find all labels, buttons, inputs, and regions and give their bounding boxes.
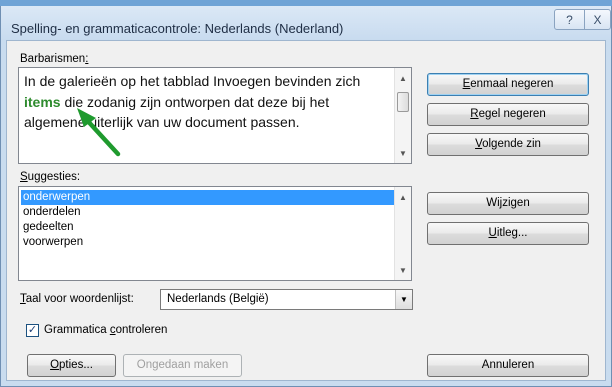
scroll-down-icon[interactable]: ▼ (395, 145, 411, 161)
scroll-down-icon[interactable]: ▼ (395, 262, 411, 278)
suggestion-item[interactable]: onderdelen (21, 205, 394, 220)
explain-mnemonic: U (488, 227, 497, 239)
help-icon: ? (566, 12, 573, 27)
sentence-text-before: In de galerieën op het tabblad Invoegen … (24, 73, 361, 89)
scroll-up-icon[interactable]: ▲ (395, 189, 411, 205)
explain-button[interactable]: Uitleg... (427, 222, 589, 245)
close-icon: X (593, 12, 602, 27)
change-label: zigen (502, 197, 530, 209)
suggestion-item[interactable]: onderwerpen (21, 190, 394, 205)
flagged-word[interactable]: items (24, 94, 61, 110)
suggestion-item[interactable]: voorwerpen (21, 235, 394, 250)
title-bar: Spelling- en grammaticacontrole: Nederla… (1, 6, 611, 40)
sentence-scroll-thumb[interactable] (397, 92, 409, 112)
next-sentence-label: olgende zin (482, 138, 541, 150)
options-mnemonic: O (50, 359, 60, 371)
undo-label: Ongedaan maken (136, 359, 229, 371)
ignore-once-label: enmaal negeren (470, 78, 554, 90)
explain-label: itleg... (496, 227, 528, 239)
grammar-check-label-pre: Grammatica (44, 324, 110, 336)
grammar-check-label-text: ontroleren (115, 324, 168, 336)
ignore-rule-button[interactable]: Regel negeren (427, 103, 589, 126)
suggestions-label-mnemonic: S (20, 171, 28, 183)
undo-button[interactable]: Ongedaan maken (123, 354, 242, 377)
suggestion-item[interactable]: gedeelten (21, 220, 394, 235)
options-label: pties... (59, 359, 93, 371)
barbarisms-label: Barbarismen: (20, 53, 88, 65)
suggestions-label: Suggesties: (20, 171, 80, 183)
grammar-check-checkbox[interactable]: ✓ (26, 324, 39, 337)
sentence-text-after: die zodanig zijn ontworpen dat deze bij … (24, 93, 330, 131)
dictionary-label-text: aal voor woordenlijst: (25, 293, 134, 305)
ignore-once-button[interactable]: Eenmaal negeren (427, 73, 589, 96)
next-sentence-button[interactable]: Volgende zin (427, 133, 589, 156)
options-button[interactable]: Opties... (27, 354, 116, 377)
close-button[interactable]: X (584, 9, 611, 30)
scroll-up-icon[interactable]: ▲ (395, 70, 411, 86)
help-button[interactable]: ? (554, 9, 585, 30)
ignore-rule-label: egel negeren (478, 108, 546, 120)
cancel-label: Annuleren (481, 359, 535, 371)
chevron-down-icon[interactable]: ▼ (395, 290, 412, 309)
sentence-text: In de galerieën op het tabblad Invoegen … (24, 71, 390, 133)
suggestions-listbox[interactable]: onderwerpen onderdelen gedeelten voorwer… (18, 186, 412, 281)
sentence-scrollbar[interactable]: ▲ ▼ (394, 68, 411, 163)
dictionary-language-value: Nederlands (België) (167, 293, 269, 305)
suggestions-label-text: uggesties: (27, 171, 81, 183)
window-title: Spelling- en grammaticacontrole: Nederla… (11, 21, 344, 36)
checkmark-icon: ✓ (27, 324, 38, 336)
change-label-pre: Wi (486, 197, 500, 209)
ignore-rule-mnemonic: R (470, 108, 479, 120)
change-button[interactable]: Wijzigen (427, 192, 589, 215)
grammar-check-label[interactable]: Grammatica controleren (44, 324, 167, 336)
dictionary-language-label: Taal voor woordenlijst: (20, 293, 134, 305)
cancel-button[interactable]: Annuleren (427, 354, 589, 377)
barbarisms-label-colon: : (85, 53, 89, 65)
barbarisms-label-text: Barbarismen (20, 53, 86, 65)
dictionary-language-select[interactable]: Nederlands (België) ▼ (160, 289, 413, 310)
suggestions-scrollbar[interactable]: ▲ ▼ (394, 187, 411, 280)
sentence-textbox[interactable]: In de galerieën op het tabblad Invoegen … (18, 67, 412, 164)
